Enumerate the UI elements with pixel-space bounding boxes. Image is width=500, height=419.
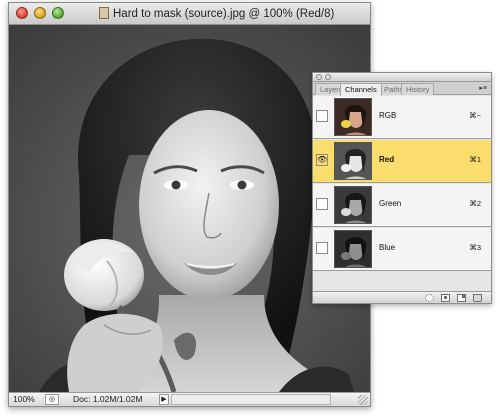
channel-row-blue[interactable]: Blue ⌘3 xyxy=(313,228,491,271)
load-selection-icon[interactable] xyxy=(425,294,434,302)
channel-thumbnail xyxy=(334,98,372,136)
channel-name: RGB xyxy=(379,111,397,120)
close-window-button[interactable] xyxy=(16,7,28,19)
channel-name: Green xyxy=(379,199,402,208)
status-menu-arrow-icon[interactable]: ▶ xyxy=(159,394,169,405)
channel-shortcut: ⌘~ xyxy=(469,111,481,120)
channel-shortcut: ⌘1 xyxy=(469,155,481,164)
channel-name: Blue xyxy=(379,243,396,252)
zoom-level-field[interactable]: 100% xyxy=(13,394,39,405)
tab-history[interactable]: History xyxy=(401,83,435,95)
tab-channels[interactable]: Channels xyxy=(340,83,382,96)
visibility-toggle-icon[interactable] xyxy=(316,110,328,122)
eye-icon[interactable]: 👁 xyxy=(316,154,328,166)
channel-shortcut: ⌘2 xyxy=(469,199,481,208)
channel-name: Red xyxy=(379,155,395,164)
jpeg-file-icon xyxy=(99,7,109,19)
new-channel-icon[interactable] xyxy=(457,294,466,302)
channel-thumbnail xyxy=(334,142,372,180)
channel-shortcut: ⌘3 xyxy=(469,243,481,252)
navigator-icon[interactable]: ◎ xyxy=(45,394,59,405)
document-titlebar[interactable]: Hard to mask (source).jpg @ 100% (Red/8) xyxy=(9,3,370,25)
channel-row-rgb[interactable]: RGB ⌘~ xyxy=(313,96,491,139)
palette-collapse-icon[interactable] xyxy=(325,74,331,80)
document-size-info: Doc: 1.02M/1.02M xyxy=(73,394,143,404)
channel-row-green[interactable]: Green ⌘2 xyxy=(313,184,491,227)
zoom-window-button[interactable] xyxy=(52,7,64,19)
channel-thumbnail xyxy=(334,186,372,224)
horizontal-scrollbar[interactable] xyxy=(171,394,331,405)
palette-titlebar[interactable] xyxy=(313,73,491,82)
visibility-toggle-icon[interactable] xyxy=(316,242,328,254)
document-title: Hard to mask (source).jpg @ 100% (Red/8) xyxy=(99,7,334,20)
minimize-window-button[interactable] xyxy=(34,7,46,19)
palette-menu-icon[interactable]: ▸≡ xyxy=(479,84,487,92)
channel-thumbnail xyxy=(334,230,372,268)
palette-footer xyxy=(313,291,491,303)
document-status-bar: 100% ◎ Doc: 1.02M/1.02M ▶ xyxy=(9,392,370,406)
save-selection-icon[interactable] xyxy=(441,294,450,302)
palette-close-icon[interactable] xyxy=(316,74,322,80)
resize-grip-icon[interactable] xyxy=(358,395,368,405)
delete-channel-icon[interactable] xyxy=(473,294,482,302)
channels-palette: Layers Channels Paths History ▸≡ RGB ⌘~ … xyxy=(312,72,492,304)
visibility-toggle-icon[interactable] xyxy=(316,198,328,210)
palette-tab-bar: Layers Channels Paths History ▸≡ xyxy=(313,82,491,96)
channel-row-red[interactable]: 👁 Red ⌘1 xyxy=(313,140,491,183)
document-title-text: Hard to mask (source).jpg @ 100% (Red/8) xyxy=(113,8,335,20)
